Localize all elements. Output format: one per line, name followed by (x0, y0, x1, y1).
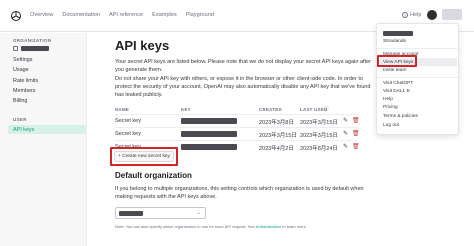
nav-overview[interactable]: Overview (30, 12, 53, 18)
sidebar-item-rate-limits[interactable]: Rate limits (13, 78, 38, 84)
menu-invite-team[interactable]: Invite team (383, 68, 406, 73)
question-circle-icon: ? (402, 12, 408, 18)
trash-icon[interactable]: 🗑 (352, 117, 360, 124)
note-tail: to learn more. (282, 224, 307, 229)
key-row-3-last-used: 2023年8月24日 (300, 146, 338, 152)
menu-divider (377, 48, 460, 49)
authentication-link[interactable]: Authentication (256, 224, 281, 229)
key-row-3-value-redacted (181, 144, 237, 150)
edit-icon[interactable]: ✎ (343, 117, 348, 124)
chevron-down-icon: ⌄ (196, 210, 201, 216)
table-divider (115, 114, 358, 115)
menu-terms-policies[interactable]: Terms & policies (383, 114, 418, 119)
edit-icon[interactable]: ✎ (343, 130, 348, 137)
table-divider (115, 127, 358, 128)
dropdown-org-name[interactable]: Stroulands (383, 39, 406, 44)
sidebar (0, 33, 87, 246)
key-row-2-value-redacted (181, 131, 237, 137)
building-icon (13, 46, 18, 51)
default-org-select[interactable]: ⌄ (115, 207, 206, 219)
account-name-redacted[interactable] (442, 9, 462, 20)
avatar[interactable] (427, 10, 437, 20)
selected-org-redacted (119, 211, 143, 216)
security-paragraph: Do not share your API key with others, o… (115, 76, 371, 99)
col-header-key: KEY (181, 107, 191, 112)
org-name-redacted (21, 46, 49, 51)
menu-help[interactable]: Help (383, 97, 393, 102)
default-org-description: If you belong to multiple organizations,… (115, 186, 364, 201)
page-title: API keys (115, 38, 170, 53)
highlight-annotation-create (110, 147, 178, 166)
nav-documentation[interactable]: Documentation (62, 12, 100, 18)
sidebar-item-api-keys-label: API keys (13, 127, 35, 133)
key-row-1-name: Secret key (115, 118, 141, 124)
sidebar-item-billing[interactable]: Billing (13, 98, 27, 104)
menu-log-out[interactable]: Log out (383, 123, 399, 128)
help-button[interactable]: ? Help (402, 12, 422, 18)
sidebar-heading-user: USER (13, 117, 27, 122)
sidebar-heading-organization: ORGANIZATION (13, 38, 52, 43)
key-row-2-name: Secret key (115, 131, 141, 137)
nav-examples[interactable]: Examples (152, 12, 177, 18)
menu-visit-dalle[interactable]: Visit DALL·E (383, 89, 410, 94)
nav-playground[interactable]: Playground (186, 12, 214, 18)
key-row-3-created: 2023年4月2日 (259, 146, 294, 152)
user-name-redacted (383, 31, 413, 36)
sidebar-item-members[interactable]: Members (13, 88, 35, 94)
intro-paragraph: Your secret API keys are listed below. P… (115, 59, 371, 74)
col-header-name: NAME (115, 107, 130, 112)
info-icon: ⓘ (324, 106, 329, 111)
key-row-1-created: 2023年3月8日 (259, 120, 294, 126)
help-label: Help (410, 12, 422, 18)
key-row-2-created: 2023年3月15日 (259, 133, 297, 139)
key-row-2-last-used: 2023年3月15日 (300, 133, 338, 139)
openai-logo-icon[interactable] (10, 10, 22, 22)
account-dropdown-menu: Stroulands Manage account View API keys … (376, 23, 460, 135)
trash-icon[interactable]: 🗑 (352, 143, 360, 150)
key-row-1-last-used: 2023年3月15日 (300, 120, 338, 126)
col-header-created: CREATED (259, 107, 282, 112)
default-org-heading: Default organization (115, 171, 192, 180)
top-nav-links: Overview Documentation API reference Exa… (30, 12, 214, 18)
nav-api-reference[interactable]: API reference (109, 12, 143, 18)
menu-pricing[interactable]: Pricing (383, 105, 398, 110)
auth-note: Note: You can also specify which organiz… (115, 224, 307, 229)
menu-divider (377, 77, 460, 78)
highlight-annotation-view-api-keys (377, 55, 417, 67)
edit-icon[interactable]: ✎ (343, 143, 348, 150)
sidebar-item-usage[interactable]: Usage (13, 67, 29, 73)
table-divider (115, 140, 358, 141)
sidebar-item-settings[interactable]: Settings (13, 57, 32, 63)
key-row-1-value-redacted (181, 118, 237, 124)
note-text: Note: You can also specify which organiz… (115, 224, 255, 229)
menu-visit-chatgpt[interactable]: Visit ChatGPT (383, 81, 413, 86)
trash-icon[interactable]: 🗑 (352, 130, 360, 137)
org-selector[interactable] (13, 46, 49, 51)
